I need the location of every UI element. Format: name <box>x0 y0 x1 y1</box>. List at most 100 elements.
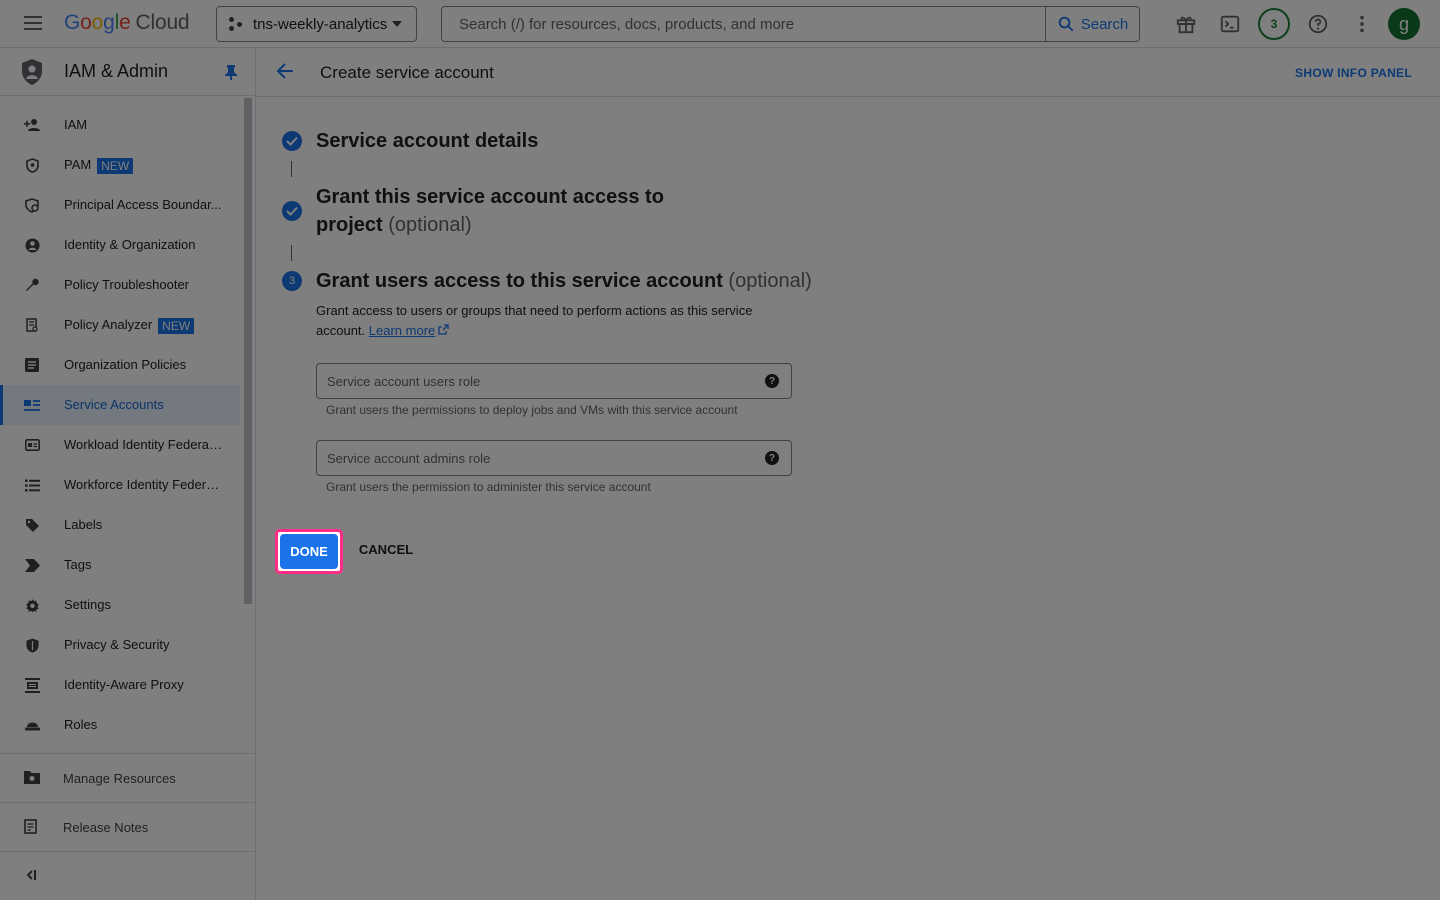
done-button-highlight: DONE <box>275 529 343 574</box>
sidebar-item-identity-aware-proxy[interactable]: Identity-Aware Proxy <box>0 665 240 705</box>
sidebar-item-label: Organization Policies <box>64 357 187 372</box>
gear-icon <box>24 597 40 613</box>
step-3-number: 3 <box>282 271 302 291</box>
sidebar-item-settings[interactable]: Settings <box>0 585 240 625</box>
release-notes-link[interactable]: Release Notes <box>0 803 255 851</box>
step-3-title-text: Grant users access to this service accou… <box>316 270 723 292</box>
sidebar-item-iam[interactable]: IAM <box>0 105 240 145</box>
avatar[interactable]: g <box>1388 8 1420 40</box>
step-2-optional: (optional) <box>388 214 472 236</box>
google-cloud-logo[interactable]: Google Cloud <box>64 11 190 35</box>
account-circle-icon <box>24 237 40 253</box>
shield-icon <box>24 637 40 653</box>
step-complete-check-icon <box>282 131 302 151</box>
tag-chevron-icon <box>24 557 40 573</box>
step-1-title[interactable]: Service account details <box>316 127 538 155</box>
help-icon[interactable]: ? <box>765 374 779 388</box>
roles-icon <box>24 717 40 733</box>
step-complete-check-icon <box>282 201 302 221</box>
done-button[interactable]: DONE <box>280 534 338 569</box>
sidebar-header: IAM & Admin <box>0 48 255 96</box>
users-role-placeholder: Service account users role <box>327 374 481 389</box>
learn-more-link[interactable]: Learn more <box>369 323 449 338</box>
sidebar-item-workload-identity-federation[interactable]: Workload Identity Federat... <box>0 425 240 465</box>
step-3-optional: (optional) <box>728 270 812 292</box>
search-button[interactable]: Search <box>1045 7 1139 41</box>
page-title: Create service account <box>320 63 494 82</box>
admins-role-placeholder: Service account admins role <box>327 451 491 466</box>
sidebar-item-label: Roles <box>64 717 98 732</box>
sidebar-item-label: Settings <box>64 597 111 612</box>
cancel-button[interactable]: CANCEL <box>352 542 420 560</box>
collapse-sidebar-button[interactable] <box>0 852 255 900</box>
sidebar-scrollbar[interactable] <box>244 98 252 604</box>
back-arrow-icon[interactable] <box>276 62 294 80</box>
sidebar-item-label: Privacy & Security <box>64 637 170 652</box>
sidebar-item-label: Identity-Aware Proxy <box>64 677 184 692</box>
sidebar: IAM & Admin IAM PAM NEW Principal Access … <box>0 48 256 900</box>
list-alt-icon <box>24 357 40 373</box>
help-icon[interactable] <box>1306 12 1330 36</box>
cloud-shell-icon[interactable] <box>1218 12 1242 36</box>
sidebar-item-policy-analyzer[interactable]: Policy Analyzer NEW <box>0 305 240 345</box>
page-header: Create service account SHOW INFO PANEL <box>256 48 1440 97</box>
iam-shield-icon <box>22 59 42 85</box>
search-input[interactable]: Search (/) for resources, docs, products… <box>441 6 1140 42</box>
search-placeholder: Search (/) for resources, docs, products… <box>459 16 795 33</box>
sidebar-item-label: Principal Access Boundar... <box>64 197 222 212</box>
sidebar-item-service-accounts[interactable]: Service Accounts <box>0 385 240 425</box>
users-role-hint: Grant users the permissions to deploy jo… <box>326 403 738 417</box>
sidebar-item-tags[interactable]: Tags <box>0 545 240 585</box>
sidebar-item-privacy-security[interactable]: Privacy & Security <box>0 625 240 665</box>
step-2-title[interactable]: Grant this service account access to pro… <box>316 183 736 239</box>
menu-icon[interactable] <box>20 12 46 36</box>
manage-resources-icon <box>24 771 40 784</box>
sidebar-item-label: PAM NEW <box>64 157 134 174</box>
sidebar-item-label: Identity & Organization <box>64 237 196 252</box>
sidebar-title: IAM & Admin <box>64 61 169 81</box>
sidebar-item-labels[interactable]: Labels <box>0 505 240 545</box>
sidebar-item-label: Workload Identity Federat... <box>64 437 222 452</box>
top-bar: Google Cloud tns-weekly-analytics Search … <box>0 0 1440 48</box>
label-icon <box>24 517 40 533</box>
gift-icon[interactable] <box>1174 12 1198 36</box>
manage-resources-label: Manage Resources <box>63 771 176 786</box>
new-badge: NEW <box>97 157 134 174</box>
sidebar-item-identity-organization[interactable]: Identity & Organization <box>0 225 240 265</box>
show-info-panel-button[interactable]: SHOW INFO PANEL <box>1295 66 1412 80</box>
search-button-label: Search <box>1080 15 1129 33</box>
service-account-admins-role-field[interactable]: Service account admins role ? <box>316 440 792 476</box>
notification-badge[interactable]: 3 <box>1258 8 1290 40</box>
sidebar-item-principal-access-boundary[interactable]: Principal Access Boundar... <box>0 185 240 225</box>
boundary-icon <box>24 197 40 213</box>
step-2-title-text: Grant this service account access to pro… <box>316 186 664 236</box>
sidebar-item-label: Policy Analyzer NEW <box>64 317 195 334</box>
sidebar-item-pam[interactable]: PAM NEW <box>0 145 240 185</box>
sidebar-item-roles[interactable]: Roles <box>0 705 240 745</box>
sidebar-item-label: Labels <box>64 517 103 532</box>
sidebar-item-organization-policies[interactable]: Organization Policies <box>0 345 240 385</box>
policy-analyzer-icon <box>24 317 40 333</box>
step-connector <box>291 161 292 177</box>
sidebar-item-policy-troubleshooter[interactable]: Policy Troubleshooter <box>0 265 240 305</box>
project-picker[interactable]: tns-weekly-analytics <box>216 6 417 42</box>
step-3-title: Grant users access to this service accou… <box>316 267 812 295</box>
help-icon[interactable]: ? <box>765 451 779 465</box>
admins-role-hint: Grant users the permission to administer… <box>326 480 651 494</box>
step-3-description: Grant access to users or groups that nee… <box>316 301 786 341</box>
project-name: tns-weekly-analytics <box>253 15 388 33</box>
sidebar-item-label: Service Accounts <box>64 397 164 412</box>
proxy-icon <box>24 677 40 693</box>
chevron-down-icon <box>392 21 402 27</box>
pin-icon[interactable] <box>224 64 238 80</box>
search-icon <box>1058 16 1074 32</box>
more-vert-icon[interactable] <box>1350 12 1374 36</box>
person-add-icon <box>24 117 40 133</box>
manage-resources-link[interactable]: Manage Resources <box>0 754 255 802</box>
service-account-users-role-field[interactable]: Service account users role ? <box>316 363 792 399</box>
sidebar-item-label-text: Policy Analyzer <box>64 317 153 332</box>
sidebar-item-workforce-identity-federation[interactable]: Workforce Identity Federa... <box>0 465 240 505</box>
release-notes-icon <box>24 819 37 834</box>
pam-shield-icon <box>24 157 40 173</box>
sidebar-item-label: IAM <box>64 117 88 132</box>
